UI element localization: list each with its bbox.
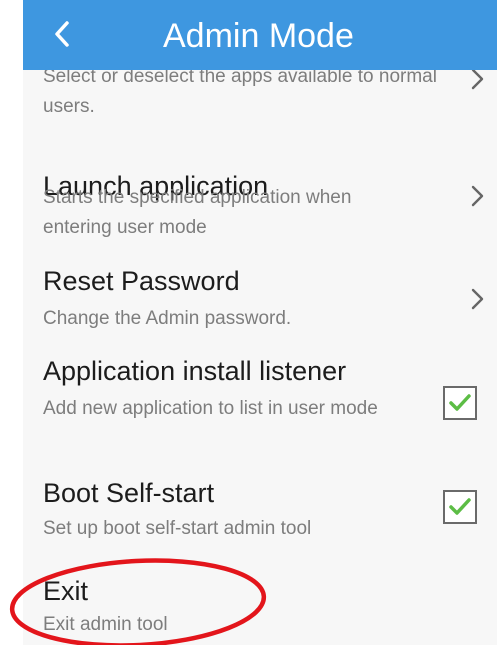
item-title: Reset Password xyxy=(43,266,240,296)
item-subtitle: Exit admin tool xyxy=(43,614,168,635)
install-listener-checkbox[interactable] xyxy=(443,386,477,420)
chevron-left-icon xyxy=(55,21,69,47)
admin-mode-screen: Admin Mode Select or deselect the apps a… xyxy=(23,0,497,645)
checkmark-icon xyxy=(449,498,471,515)
item-subtitle: Starts the specified application when en… xyxy=(43,187,352,238)
chevron-right-icon xyxy=(471,185,484,207)
page-title: Admin Mode xyxy=(163,17,354,55)
list-item-exit[interactable]: Exit Exit admin tool xyxy=(23,574,497,645)
back-button[interactable] xyxy=(37,4,87,64)
checkmark-icon xyxy=(449,394,471,411)
chevron-right-icon xyxy=(471,288,484,310)
item-subtitle: Select or deselect the apps available to… xyxy=(43,66,437,117)
list-item-launch-application[interactable]: Launch application Starts the specified … xyxy=(23,165,497,265)
item-subtitle: Add new application to list in user mode xyxy=(43,398,378,419)
item-title: Exit xyxy=(43,576,89,606)
item-title: Boot Self-start xyxy=(43,478,215,508)
item-subtitle: Set up boot self-start admin tool xyxy=(43,518,312,539)
app-bar: Admin Mode xyxy=(23,0,497,70)
item-title: Application install listener xyxy=(43,356,347,386)
list-item-boot-self-start[interactable]: Boot Self-start Set up boot self-start a… xyxy=(23,474,497,554)
list-item-reset-password[interactable]: Reset Password Change the Admin password… xyxy=(23,260,497,340)
item-subtitle: Change the Admin password. xyxy=(43,308,292,329)
list-item-application-install-listener[interactable]: Application install listener Add new app… xyxy=(23,350,497,460)
boot-self-start-checkbox[interactable] xyxy=(443,490,477,524)
